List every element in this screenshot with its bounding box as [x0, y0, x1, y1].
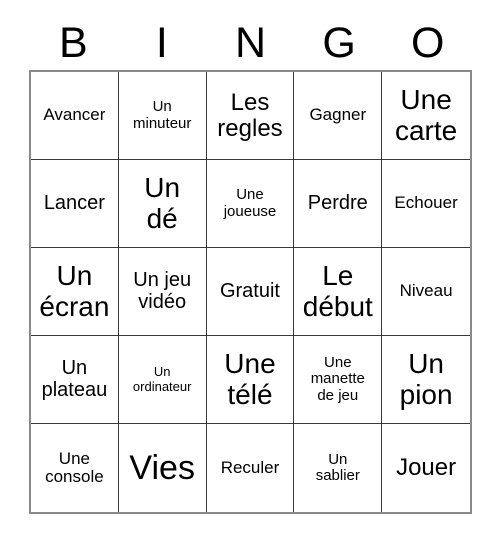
bingo-cell[interactable]: Gratuit [206, 248, 295, 336]
bingo-cell-label: Une carte [394, 84, 458, 146]
bingo-cell-label: Une télé [224, 348, 276, 410]
bingo-cell[interactable]: Une joueuse [206, 160, 295, 248]
bingo-cell-label: Gagner [309, 105, 367, 125]
bingo-cell-label: Un jeu vidéo [133, 268, 192, 313]
bingo-cell-label: Un minuteur [133, 98, 192, 132]
bingo-cell[interactable]: Reculer [206, 424, 295, 512]
bingo-cell[interactable]: Un écran [31, 248, 119, 336]
bingo-cell-label: Le début [302, 260, 373, 322]
bingo-cell-label: Un écran [39, 260, 110, 322]
bingo-cell-label: Un ordinateur [132, 364, 192, 394]
bingo-header-row: B I N G O [29, 16, 472, 70]
bingo-cell[interactable]: Lancer [31, 160, 119, 248]
header-letter-i: I [155, 18, 168, 67]
bingo-cell[interactable]: Un jeu vidéo [118, 248, 207, 336]
bingo-cell-label: Une manette de jeu [310, 354, 365, 404]
bingo-cell-label: Avancer [43, 105, 106, 125]
bingo-cell[interactable]: Vies [118, 424, 207, 512]
bingo-cell-label: Vies [129, 448, 195, 487]
bingo-cell-label: Gratuit [219, 279, 280, 302]
bingo-cell-label: Perdre [307, 191, 368, 214]
bingo-cell-label: Un pion [399, 348, 453, 410]
bingo-cell[interactable]: Une télé [206, 336, 295, 424]
bingo-cell-label: Reculer [220, 457, 280, 477]
bingo-cell-label: Une console [45, 448, 104, 486]
bingo-cell[interactable]: Un ordinateur [118, 336, 207, 424]
header-letter-n: N [234, 18, 267, 67]
bingo-cell-label: Un plateau [41, 356, 108, 401]
bingo-cell-label: Echouer [394, 193, 458, 213]
header-letter-g: G [322, 18, 356, 67]
bingo-cell-label: Lancer [43, 191, 105, 214]
bingo-cell[interactable]: Une console [31, 424, 119, 512]
bingo-card: B I N G O Avancer Un minuteur Les regles Ga… [0, 0, 500, 544]
bingo-cell[interactable]: Un minuteur [118, 72, 207, 160]
bingo-cell[interactable]: Jouer [382, 424, 470, 512]
bingo-cell[interactable]: Un pion [382, 336, 470, 424]
bingo-cell[interactable]: Avancer [31, 72, 119, 160]
bingo-cell[interactable]: Un plateau [31, 336, 119, 424]
bingo-cell[interactable]: Une manette de jeu [294, 336, 383, 424]
header-letter-b: B [58, 18, 88, 67]
bingo-cell[interactable]: Perdre [294, 160, 383, 248]
bingo-cell-label: Les regles [217, 88, 283, 142]
bingo-cell[interactable]: Les regles [206, 72, 295, 160]
bingo-cell-label: Jouer [396, 454, 457, 482]
bingo-cell[interactable]: Un dé [118, 160, 207, 248]
bingo-cell-label: Niveau [399, 281, 453, 301]
bingo-cell[interactable]: Echouer [382, 160, 470, 248]
bingo-cell[interactable]: Une carte [382, 72, 470, 160]
header-letter-o: O [410, 18, 445, 67]
bingo-cell[interactable]: Gagner [294, 72, 383, 160]
bingo-cell-label: Une joueuse [223, 186, 277, 220]
bingo-cell-label: Un sablier [315, 450, 360, 484]
bingo-cell[interactable]: Le début [294, 248, 383, 336]
bingo-cell[interactable]: Un sablier [294, 424, 383, 512]
bingo-cell-label: Un dé [144, 172, 181, 234]
bingo-grid: Avancer Un minuteur Les regles Gagner Une ca… [29, 70, 472, 514]
bingo-cell[interactable]: Niveau [382, 248, 470, 336]
